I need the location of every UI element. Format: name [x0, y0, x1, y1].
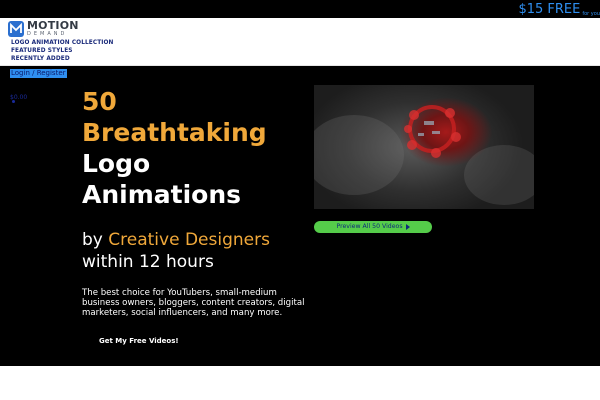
- video-thumbnail[interactable]: [314, 85, 534, 209]
- hero-byline: by Creative Designers within 12 hours: [82, 229, 270, 273]
- byline-creative-designers: Creative Designers: [108, 230, 270, 250]
- get-free-videos-button[interactable]: Get My Free Videos!: [99, 337, 179, 345]
- hero-description: The best choice for YouTubers, small-med…: [82, 288, 305, 319]
- logo-word-motion: MOTION: [27, 19, 79, 32]
- promo-link[interactable]: $15 FREE for you: [518, 0, 600, 18]
- headline-logo: Logo: [82, 149, 151, 178]
- promo-price: $15 FREE: [518, 2, 581, 17]
- preview-all-videos-button[interactable]: Preview All 50 Videos: [314, 221, 432, 233]
- login-register-link[interactable]: Login / Register: [10, 69, 67, 78]
- site-logo[interactable]: MOTION DEMAND: [8, 20, 79, 37]
- logo-word-demand: DEMAND: [27, 31, 68, 37]
- play-icon: [405, 224, 410, 230]
- cart-icon: [12, 100, 15, 103]
- site-header: MOTION DEMAND LOGO ANIMATION COLLECTION …: [0, 18, 600, 66]
- main-nav: LOGO ANIMATION COLLECTION FEATURED STYLE…: [11, 39, 114, 63]
- promo-sub: for you: [582, 11, 600, 17]
- headline-number: 50: [82, 87, 117, 116]
- hero-headline: 50 Breathtaking Logo Animations: [82, 86, 312, 210]
- byline-by: by: [82, 230, 103, 250]
- headline-breathtaking: Breathtaking: [82, 118, 267, 147]
- video-frame-graphic: [314, 105, 534, 205]
- hero-section: Login / Register $0.00 50 Breathtaking L…: [0, 66, 600, 366]
- byline-within: within 12 hours: [82, 252, 214, 272]
- nav-recently-added[interactable]: RECENTLY ADDED: [11, 55, 114, 63]
- preview-button-label: Preview All 50 Videos: [336, 223, 403, 230]
- headline-animations: Animations: [82, 180, 242, 209]
- nav-logo-animation-collection[interactable]: LOGO ANIMATION COLLECTION: [11, 39, 114, 47]
- nav-featured-styles[interactable]: FEATURED STYLES: [11, 47, 114, 55]
- top-promo-bar: $15 FREE for you: [0, 0, 600, 18]
- logo-mark-icon: [8, 20, 24, 37]
